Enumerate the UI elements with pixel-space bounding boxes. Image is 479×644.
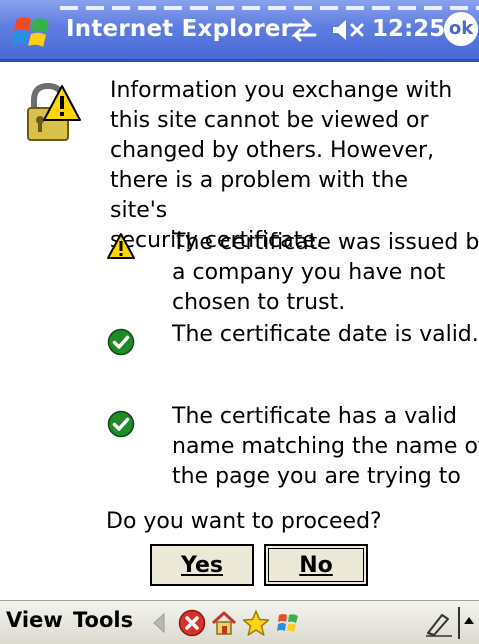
- cert-item-text: The certificate has a valid name matchin…: [172, 402, 479, 492]
- cert-item-line: a company you have not: [172, 260, 446, 285]
- connectivity-icon[interactable]: [285, 17, 319, 43]
- cert-item-text: The certificate date is valid.: [172, 320, 479, 350]
- message-line: changed by others. However,: [110, 138, 435, 163]
- message-line: Information you exchange with: [110, 78, 453, 103]
- warning-icon: [107, 233, 135, 259]
- input-panel-icon[interactable]: [424, 609, 454, 637]
- menu-bar: View Tools: [0, 600, 479, 644]
- cert-item-line: name matching the name of: [172, 434, 479, 459]
- check-icon: [107, 410, 135, 438]
- yes-button-label: Yes: [181, 552, 223, 578]
- cert-item-line: The certificate date is valid.: [172, 322, 479, 347]
- title-bar-decoration: [60, 6, 479, 10]
- cert-item-line: The certificate has a valid: [172, 404, 457, 429]
- check-icon: [107, 328, 135, 356]
- volume-muted-icon[interactable]: [330, 17, 366, 43]
- input-panel-separator: [458, 607, 460, 639]
- favorites-icon[interactable]: [242, 609, 270, 637]
- security-lock-warning-icon: [27, 82, 81, 141]
- stop-icon[interactable]: [178, 609, 206, 637]
- proceed-question: Do you want to proceed?: [106, 509, 382, 534]
- cert-item-text: The certificate was issued by a company …: [172, 228, 479, 318]
- clock[interactable]: 12:25: [372, 16, 445, 42]
- no-button-label: No: [299, 552, 333, 578]
- cert-item-line: the page you are trying to: [172, 464, 461, 489]
- menu-view[interactable]: View: [6, 608, 63, 632]
- security-warning-dialog: Information you exchange with this site …: [0, 62, 479, 600]
- back-icon[interactable]: [146, 609, 174, 637]
- cert-item-line: The certificate was issued by: [172, 230, 479, 255]
- message-line: there is a problem with the site's: [110, 168, 409, 223]
- ok-button[interactable]: ok: [444, 12, 478, 46]
- app-title: Internet Explorer: [66, 16, 293, 42]
- home-icon[interactable]: [210, 609, 238, 637]
- title-bar: Internet Explorer 12:25 ok: [0, 0, 479, 62]
- no-button[interactable]: No: [264, 544, 368, 586]
- windows-start-icon[interactable]: [10, 10, 54, 54]
- input-panel-arrow-icon[interactable]: [463, 615, 475, 629]
- yes-button[interactable]: Yes: [150, 544, 254, 586]
- windows-flag-icon[interactable]: [274, 609, 302, 637]
- message-line: this site cannot be viewed or: [110, 108, 429, 133]
- menu-tools[interactable]: Tools: [73, 608, 133, 632]
- cert-item-line: chosen to trust.: [172, 290, 346, 315]
